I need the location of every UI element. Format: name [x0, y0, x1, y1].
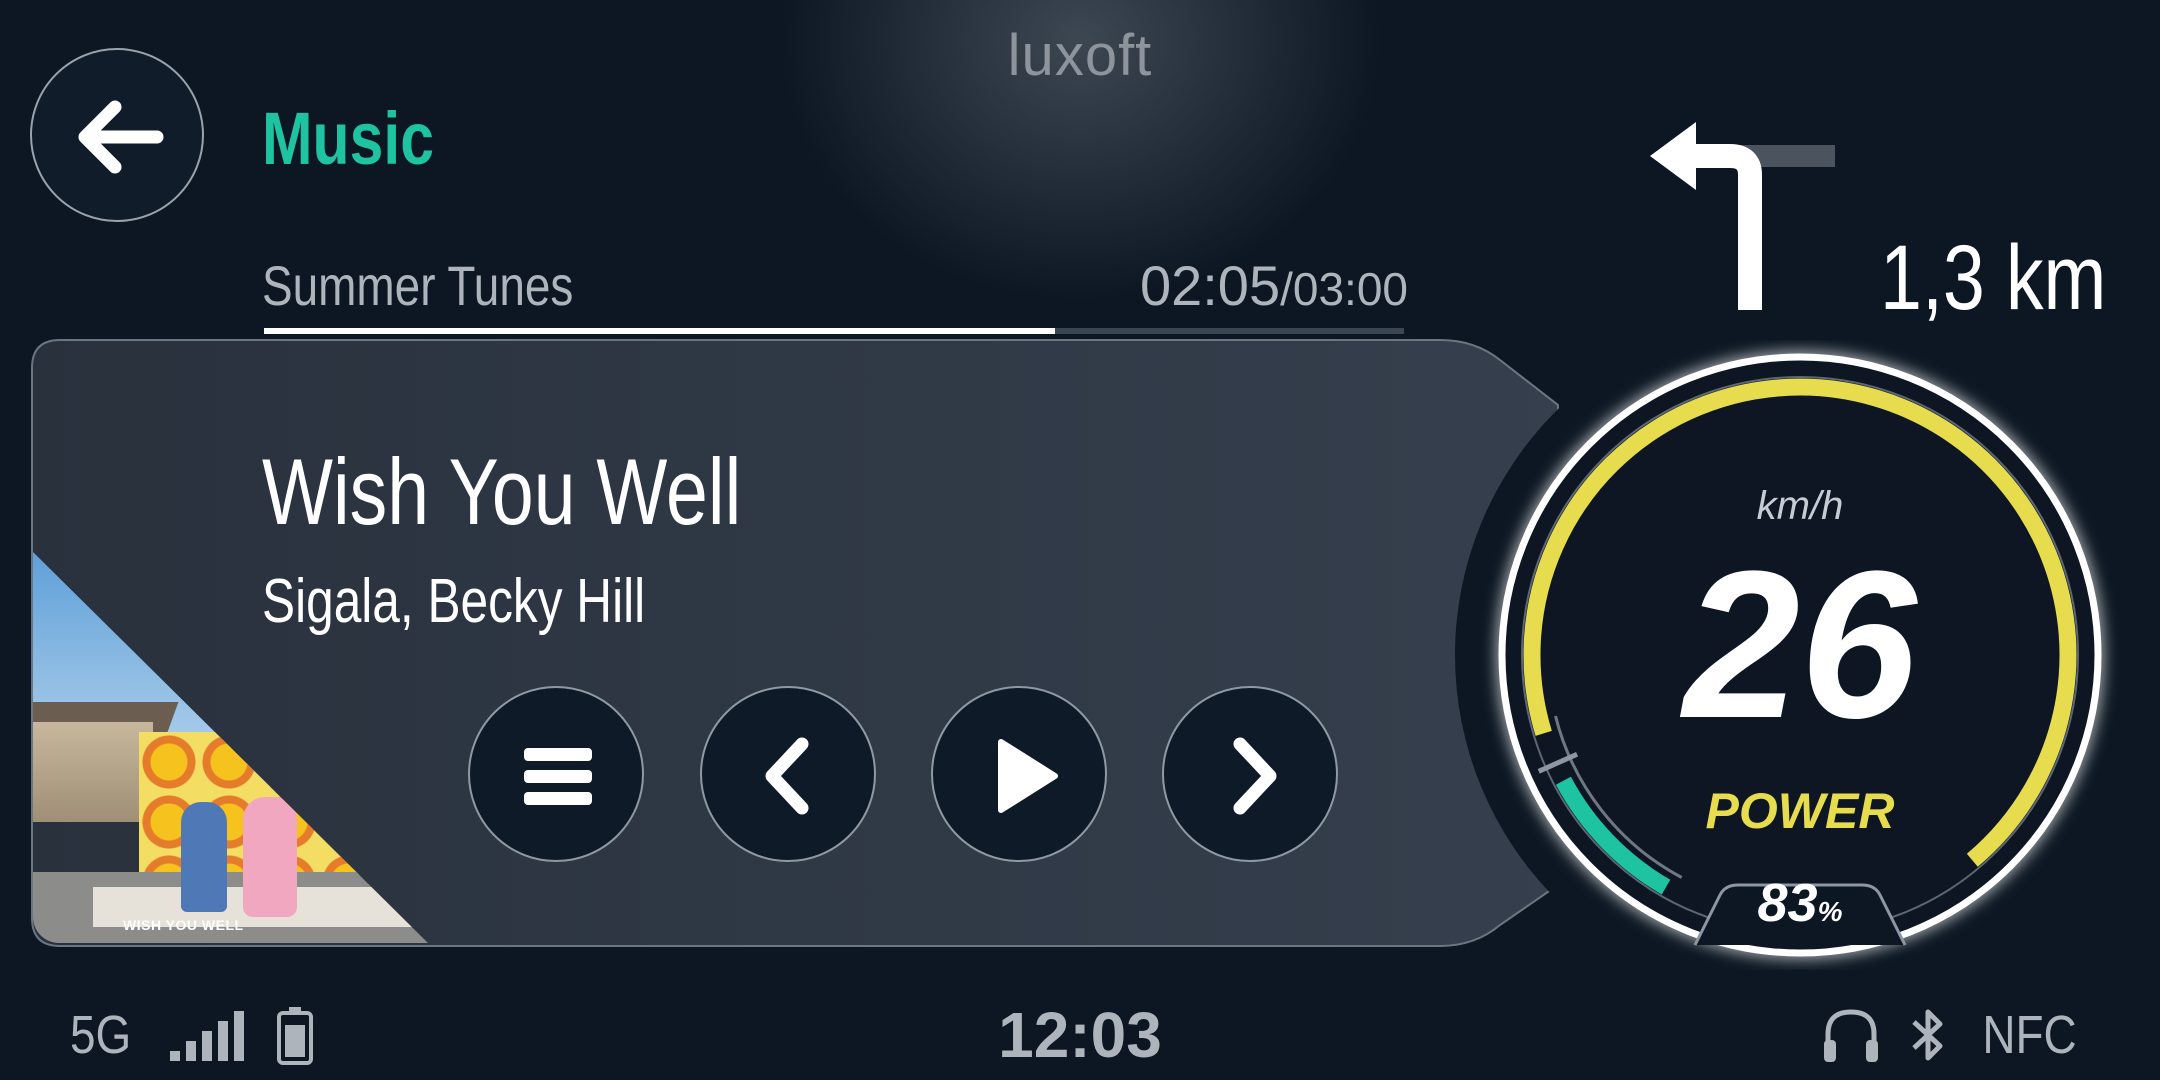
play-button[interactable] [931, 686, 1107, 862]
album-caption: WISH YOU WELL [123, 917, 244, 933]
chevron-left-icon [765, 737, 809, 815]
menu-icon [524, 748, 592, 805]
speed-value: 26 [1683, 527, 1917, 762]
turn-left-icon [1650, 122, 1835, 310]
speed-unit: km/h [1756, 484, 1844, 528]
bluetooth-icon [1912, 1009, 1943, 1061]
play-icon [998, 739, 1058, 813]
previous-button[interactable] [700, 686, 876, 862]
song-title: Wish You Well [262, 439, 742, 544]
status-right: NFC [1820, 1005, 2085, 1065]
next-button[interactable] [1162, 686, 1338, 862]
nfc-label: NFC [1982, 1005, 2077, 1065]
battery-unit: % [1817, 896, 1843, 927]
signal-icon [170, 1011, 245, 1061]
status-left: 5G [70, 1005, 314, 1065]
headphones-icon [1824, 1009, 1878, 1062]
artist-name: Sigala, Becky Hill [262, 567, 646, 636]
network-type: 5G [70, 1005, 132, 1065]
turn-distance: 1,3 km [1880, 227, 2107, 329]
drive-mode-label: POWER [1705, 783, 1895, 839]
clock: 12:03 [998, 999, 1162, 1071]
battery-icon [277, 1007, 314, 1065]
battery-value: 83 [1757, 873, 1818, 933]
battery-level: 83% [1700, 872, 1900, 934]
chevron-right-icon [1233, 737, 1277, 815]
playlist-menu-button[interactable] [468, 686, 644, 862]
